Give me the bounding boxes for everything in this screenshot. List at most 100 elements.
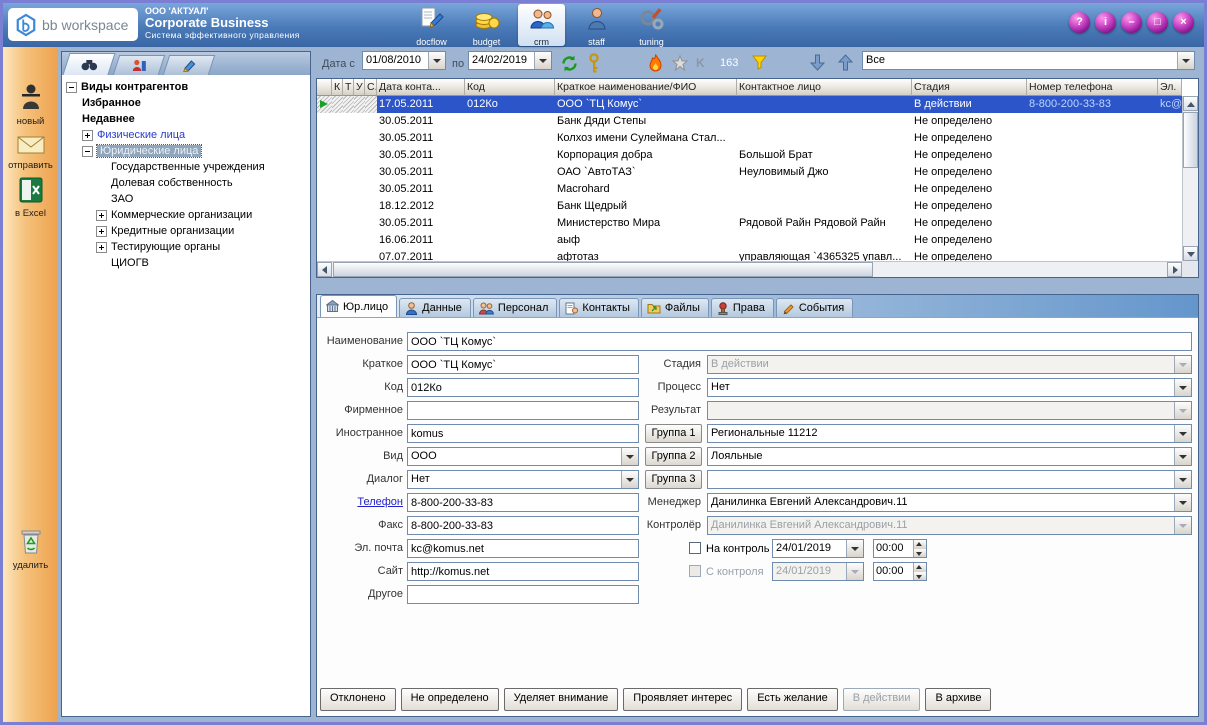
table-row[interactable]: 30.05.2011ОАО `АвтоТАЗ`Неуловимый ДжоНе … [317, 164, 1182, 181]
table-row[interactable]: 30.05.2011Банк Дяди СтепыНе определено [317, 113, 1182, 130]
stage-archive-button[interactable]: В архиве [925, 688, 991, 711]
column-header[interactable]: Краткое наименование/ФИО [555, 79, 737, 96]
group1-select[interactable]: Региональные 11212 [707, 424, 1192, 443]
group3-select[interactable] [707, 470, 1192, 489]
vertical-scroll-thumb[interactable] [1183, 112, 1198, 168]
chevron-down-icon[interactable] [621, 448, 638, 465]
chevron-down-icon[interactable] [428, 52, 445, 69]
chevron-down-icon[interactable] [846, 540, 863, 557]
table-row[interactable]: 18.12.2012Банк ЩедрыйНе определено [317, 198, 1182, 215]
tree-item-individuals[interactable]: Физические лица [62, 127, 310, 143]
scope-select[interactable]: Все [862, 51, 1195, 70]
module-staff[interactable]: staff [573, 4, 620, 46]
on-control-checkbox[interactable] [689, 542, 701, 554]
scroll-left-button[interactable] [317, 262, 332, 277]
fax-input[interactable] [407, 516, 639, 535]
email-input[interactable] [407, 539, 639, 558]
tab-rights[interactable]: Права [711, 298, 774, 317]
new-record-button[interactable]: новый [3, 83, 58, 127]
tree-item-credit[interactable]: Кредитные организации [62, 223, 310, 239]
column-header[interactable]: Контактное лицо [737, 79, 912, 96]
tab-flag-view[interactable] [113, 55, 165, 75]
column-header[interactable]: Дата конта... [377, 79, 465, 96]
export-excel-button[interactable]: в Excel [3, 177, 58, 219]
tree-item-commercial[interactable]: Коммерческие организации [62, 207, 310, 223]
expand-icon[interactable] [96, 210, 107, 221]
horizontal-scrollbar[interactable] [317, 261, 1182, 277]
help-button[interactable]: ? [1069, 12, 1090, 33]
tab-contacts[interactable]: Контакты [559, 298, 639, 317]
column-header[interactable]: Стадия [912, 79, 1027, 96]
key-icon[interactable] [588, 53, 600, 74]
brand-input[interactable] [407, 401, 639, 420]
vertical-scrollbar[interactable] [1182, 96, 1198, 261]
stage-rejected-button[interactable]: Отклонено [320, 688, 396, 711]
tree-item-zao[interactable]: ЗАО [62, 191, 310, 207]
collapse-icon[interactable] [82, 146, 93, 157]
column-header[interactable]: С... [365, 79, 377, 96]
delete-button[interactable]: удалить [3, 527, 58, 571]
tab-personnel[interactable]: Персонал [473, 298, 558, 317]
group1-button[interactable]: Группа 1 [645, 424, 702, 443]
tree-root[interactable]: Виды контрагентов [62, 79, 310, 95]
info-button[interactable]: i [1095, 12, 1116, 33]
kind-select[interactable]: ООО [407, 447, 639, 466]
expand-icon[interactable] [96, 242, 107, 253]
column-header[interactable]: Эл. [1158, 79, 1182, 96]
module-crm[interactable]: crm [518, 4, 565, 46]
site-input[interactable] [407, 562, 639, 581]
chevron-down-icon[interactable] [1174, 425, 1191, 442]
arrow-up-icon[interactable] [838, 54, 853, 71]
column-header[interactable]: Номер телефона [1027, 79, 1158, 96]
tab-edit-view[interactable] [163, 55, 215, 75]
table-row[interactable]: 30.05.2011Министерство МираРядовой Райн … [317, 215, 1182, 232]
stage-attention-button[interactable]: Уделяет внимание [504, 688, 619, 711]
column-header[interactable]: К [332, 79, 343, 96]
tree-item-legal-entities[interactable]: Юридические лица [62, 143, 310, 159]
chevron-down-icon[interactable] [1174, 494, 1191, 511]
foreign-name-input[interactable] [407, 424, 639, 443]
tree-root-label[interactable]: Виды контрагентов [81, 81, 188, 93]
expand-icon[interactable] [96, 226, 107, 237]
stage-interest-button[interactable]: Проявляет интерес [623, 688, 742, 711]
group2-button[interactable]: Группа 2 [645, 447, 702, 466]
group3-button[interactable]: Группа 3 [645, 470, 702, 489]
table-row[interactable]: 07.07.2011афтотазуправляющая `4365325 уп… [317, 249, 1182, 261]
table-row[interactable]: 17.05.2011012КоООО `ТЦ Комус`В действии8… [317, 96, 1182, 113]
module-tuning[interactable]: tuning [628, 4, 675, 46]
arrow-down-icon[interactable] [810, 54, 825, 71]
tab-search-view[interactable] [62, 53, 115, 75]
column-header[interactable]: Код [465, 79, 555, 96]
chevron-down-icon[interactable] [1174, 379, 1191, 396]
column-header[interactable]: Т [343, 79, 354, 96]
send-button[interactable]: отправить [3, 133, 58, 171]
table-row[interactable]: 30.05.2011Колхоз имени Сулеймана Стал...… [317, 130, 1182, 147]
chevron-down-icon[interactable] [534, 52, 551, 69]
close-button[interactable]: × [1173, 12, 1194, 33]
column-header[interactable]: У [354, 79, 365, 96]
scroll-right-button[interactable] [1167, 262, 1182, 277]
stage-desire-button[interactable]: Есть желание [747, 688, 838, 711]
phone-input[interactable] [407, 493, 639, 512]
code-input[interactable] [407, 378, 639, 397]
stage-undefined-button[interactable]: Не определено [401, 688, 499, 711]
tree-item-shared-ownership[interactable]: Долевая собственность [62, 175, 310, 191]
tree-item-recent[interactable]: Недавнее [62, 111, 310, 127]
manager-select[interactable]: Данилинка Евгений Александрович.11 [707, 493, 1192, 512]
scroll-down-button[interactable] [1183, 246, 1198, 261]
date-to-select[interactable]: 24/02/2019 [468, 51, 552, 70]
chevron-down-icon[interactable] [1177, 52, 1194, 69]
funnel-icon[interactable] [752, 55, 767, 70]
tab-events[interactable]: События [776, 298, 853, 317]
chevron-down-icon[interactable] [621, 471, 638, 488]
module-docflow[interactable]: docflow [408, 4, 455, 46]
k-filter-button[interactable]: K [696, 56, 705, 70]
on-control-time-spinner[interactable]: 00:00 [873, 539, 927, 558]
short-name-input[interactable] [407, 355, 639, 374]
other-input[interactable] [407, 585, 639, 604]
expand-icon[interactable] [82, 130, 93, 141]
indicator-column-header[interactable] [317, 79, 332, 96]
table-row[interactable]: 16.06.2011аыфНе определено [317, 232, 1182, 249]
chevron-down-icon[interactable] [1174, 471, 1191, 488]
table-row[interactable]: 30.05.2011MacrohardНе определено [317, 181, 1182, 198]
